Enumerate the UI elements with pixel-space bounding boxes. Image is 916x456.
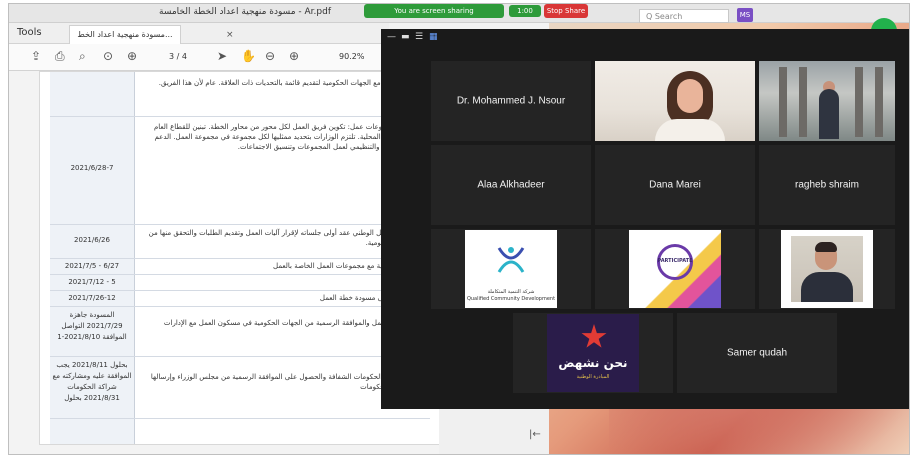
search-input[interactable]: Q Search <box>639 9 729 23</box>
participant-tile[interactable]: Dana Marei <box>595 145 755 225</box>
tools-tab[interactable]: Tools <box>17 27 42 38</box>
table-row: 2021/6/26 عقد الفريق العمل الوطني عقد أو… <box>50 224 430 259</box>
plan-table: اعلامي التواصل مع الجهات الحكومية لتقديم… <box>50 72 430 444</box>
zoom-toolbar: — ▬ ☰ ▦ <box>381 29 909 47</box>
participant-video <box>759 61 895 141</box>
participate-logo: PARTICIPATE <box>629 230 721 308</box>
participant-tile[interactable]: Alaa Alkhadeer <box>431 145 591 225</box>
page-down-icon[interactable]: ⊕ <box>127 49 137 63</box>
nahno-logo-text: نحن نشهض <box>558 356 628 370</box>
zoom-search-icon[interactable]: ⌕ <box>79 49 86 64</box>
participant-video-tile[interactable] <box>595 61 755 141</box>
current-page[interactable]: 3 <box>169 52 174 61</box>
stop-share-button[interactable]: Stop Share <box>544 4 588 18</box>
tab-row: Tools مسودة منهجية اعداد الخط... × <box>9 23 389 44</box>
upload-icon[interactable]: ⇪ <box>31 49 41 63</box>
profile-photo <box>781 230 873 308</box>
participant-name: ragheb shraim <box>795 179 859 191</box>
print-icon[interactable]: ⎙ <box>55 49 65 64</box>
row-date: المسودة جاهزة 2021/7/29 التواصل الموافقة… <box>57 311 127 341</box>
participant-name: Alaa Alkhadeer <box>477 179 545 191</box>
table-row: 2021/7/5 - 6/27 الجلسات الحوارية مع مجمو… <box>50 258 430 275</box>
document-tab[interactable]: مسودة منهجية اعداد الخط... × <box>69 25 234 44</box>
row-date: 2021/7/5 - 6/27 <box>64 262 120 270</box>
participant-logo-tile[interactable]: PARTICIPATE <box>595 229 755 309</box>
row-date: 2021/7/26-12 <box>68 294 116 302</box>
participant-name: Samer qudah <box>726 347 788 359</box>
hand-icon[interactable]: ✋ <box>241 49 256 63</box>
zoom-out-icon[interactable]: ⊖ <box>265 49 275 63</box>
gallery-view-icon[interactable]: ▦ <box>429 32 438 42</box>
participant-tile[interactable]: Dr. Mohammed J. Nsour <box>431 61 591 141</box>
star-icon <box>581 324 607 348</box>
table-row: 2021/7/12 - 5 الجلسات البيانية <box>50 274 430 291</box>
zoom-level[interactable]: 90.2% <box>339 52 364 61</box>
participant-logo-tile[interactable]: شركة التنمية المتكاملة Qualified Communi… <box>431 229 591 309</box>
row-date: 2021/7/12 - 5 <box>68 278 116 286</box>
qcd-logo-icon <box>497 247 525 273</box>
page-indicator[interactable]: 3 / 4 <box>169 52 187 61</box>
participant-video <box>595 61 755 141</box>
table-row: المسودة جاهزة 2021/7/29 التواصل الموافقة… <box>50 306 430 357</box>
zoom-gallery-window: — ▬ ☰ ▦ Dr. Mohammed J. Nsour Alaa Alkha… <box>381 29 909 409</box>
pointer-icon[interactable]: ➤ <box>217 49 227 63</box>
participant-name: Dr. Mohammed J. Nsour <box>456 95 566 107</box>
qcd-logo-text: شركة التنمية المتكاملة <box>487 289 535 295</box>
page-up-icon[interactable]: ⊙ <box>103 49 113 63</box>
qcd-logo-subtext: Qualified Community Development <box>466 296 556 302</box>
participant-tile[interactable]: Samer qudah <box>677 313 837 393</box>
nahno-logo: نحن نشهض المبادرة الوطنية <box>547 314 639 392</box>
zoom-in-icon[interactable]: ⊕ <box>289 49 299 63</box>
user-badge[interactable]: MS <box>737 8 753 22</box>
share-timer-badge: 1:00 <box>509 5 541 17</box>
table-row: 2021/6/28-7 عن تشكيل مجموعات عمل: تكوين … <box>50 116 430 225</box>
row-date: 2021/6/26 <box>74 236 110 244</box>
participant-photo-tile[interactable] <box>759 229 895 309</box>
row-date: 2021/6/28-7 <box>70 164 114 172</box>
minimize-icon[interactable]: — <box>387 32 396 42</box>
total-pages: / 4 <box>176 52 187 61</box>
participant-tile[interactable]: ragheb shraim <box>759 145 895 225</box>
table-row: اعلامي التواصل مع الجهات الحكومية لتقديم… <box>50 72 430 117</box>
menu-icon[interactable]: ☰ <box>415 32 423 42</box>
qcd-logo: شركة التنمية المتكاملة Qualified Communi… <box>465 230 557 308</box>
restore-icon[interactable]: ▬ <box>401 32 410 42</box>
screenshot-frame: مسودة منهجية اعداد الخطة الخامسة - Ar.pd… <box>8 3 910 455</box>
participant-name: Dana Marei <box>649 179 701 191</box>
nahno-logo-subtext: المبادرة الوطنية <box>576 374 610 380</box>
title-bar: مسودة منهجية اعداد الخطة الخامسة - Ar.pd… <box>9 4 909 23</box>
table-row: 2021/7/26-12 عرض العامة على مسودة خطة ال… <box>50 290 430 307</box>
collapse-panel-icon[interactable]: |← <box>529 429 541 440</box>
document-title: مسودة منهجية اعداد الخطة الخامسة - Ar.pd… <box>159 7 332 17</box>
pdf-toolbar: ⇪ ⎙ ⌕ ⊙ ⊕ 3 / 4 ➤ ✋ ⊖ ⊕ 90.2% <box>9 44 389 71</box>
participate-logo-text: PARTICIPATE <box>657 258 693 264</box>
participant-logo-tile[interactable]: نحن نشهض المبادرة الوطنية <box>513 313 673 393</box>
active-speaker-tile[interactable] <box>759 61 895 141</box>
screen-sharing-indicator[interactable]: You are screen sharing <box>364 4 504 18</box>
document-tab-label: مسودة منهجية اعداد الخط... <box>77 30 173 39</box>
close-tab-icon[interactable]: × <box>226 26 234 44</box>
table-row: بحلول 2021/8/11 يجب الموافقة عليه ومشارك… <box>50 356 430 419</box>
row-date: بحلول 2021/8/11 يجب الموافقة عليه ومشارك… <box>52 361 132 402</box>
